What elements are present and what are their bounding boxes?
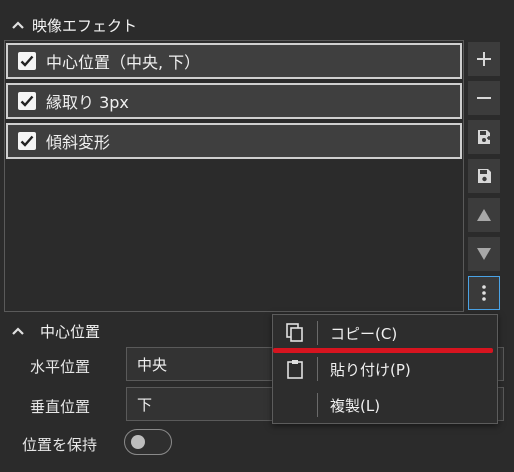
triangle-down-icon [477, 248, 491, 260]
keep-position-label: 位置を保持 [22, 436, 98, 454]
effect-label: 中心位置（中央, 下） [46, 53, 201, 72]
horizontal-position-value: 中央 [137, 355, 168, 374]
keep-position-toggle[interactable] [124, 429, 172, 455]
effect-list[interactable]: 中心位置（中央, 下） 縁取り 3px 傾斜変形 [4, 40, 464, 312]
toggle-knob [131, 435, 145, 449]
vertical-position-value: 下 [137, 395, 153, 414]
clipboard-icon [273, 359, 317, 379]
menu-separator [317, 357, 318, 381]
effect-item-border[interactable]: 縁取り 3px [6, 83, 462, 119]
chevron-up-icon[interactable] [8, 15, 28, 35]
remove-effect-button[interactable] [468, 81, 500, 115]
effects-section-title: 映像エフェクト [32, 16, 138, 35]
copy-icon [273, 323, 317, 343]
menu-item-label: 複製(L) [330, 396, 381, 415]
menu-separator [317, 393, 318, 417]
chevron-up-icon[interactable] [8, 321, 28, 341]
menu-separator [317, 321, 318, 345]
effect-item-skew[interactable]: 傾斜変形 [6, 123, 462, 159]
effect-checkbox[interactable] [18, 92, 36, 110]
more-options-button[interactable] [468, 276, 500, 310]
save-icon [478, 169, 491, 183]
menu-item-duplicate[interactable]: 複製(L) [273, 387, 497, 423]
context-menu: コピー(C) 貼り付け(P) 複製(L) [272, 314, 498, 424]
check-icon [20, 95, 34, 107]
menu-item-label: コピー(C) [330, 324, 398, 343]
menu-item-paste[interactable]: 貼り付け(P) [273, 351, 497, 387]
horizontal-position-label: 水平位置 [30, 358, 91, 376]
effects-section-header[interactable]: 映像エフェクト [8, 12, 137, 38]
add-effect-button[interactable] [468, 42, 500, 76]
triangle-up-icon [477, 209, 491, 221]
move-down-button[interactable] [468, 237, 500, 271]
save-preset-button[interactable] [468, 159, 500, 193]
move-up-button[interactable] [468, 198, 500, 232]
effect-item-center-position[interactable]: 中心位置（中央, 下） [6, 43, 462, 79]
properties-section-title: 中心位置 [40, 322, 101, 341]
effect-label: 縁取り 3px [46, 93, 129, 112]
properties-section-header[interactable]: 中心位置 [8, 318, 100, 344]
minus-icon [477, 97, 491, 99]
effect-checkbox[interactable] [18, 52, 36, 70]
vertical-position-label: 垂直位置 [30, 398, 91, 416]
check-icon [20, 135, 34, 147]
menu-item-label: 貼り付け(P) [330, 360, 411, 379]
menu-item-copy[interactable]: コピー(C) [273, 315, 497, 351]
effect-label: 傾斜変形 [46, 133, 111, 152]
effect-checkbox[interactable] [18, 132, 36, 150]
plus-icon [477, 52, 491, 66]
more-vertical-icon [482, 285, 486, 301]
check-icon [20, 55, 34, 67]
save-as-icon [478, 130, 491, 144]
save-as-preset-button[interactable] [468, 120, 500, 154]
